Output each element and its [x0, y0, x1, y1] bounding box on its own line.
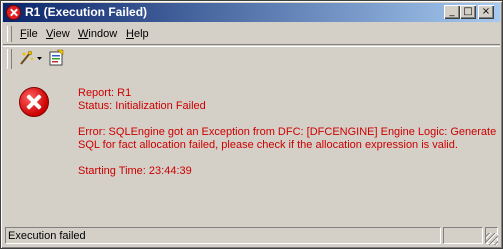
title-bar[interactable]: R1 (Execution Failed) _ □ × — [3, 3, 500, 22]
error-icon — [19, 87, 49, 117]
toolbar — [3, 47, 500, 71]
close-button[interactable]: × — [478, 5, 494, 19]
menu-file[interactable]: File — [20, 28, 38, 40]
status-text: Execution failed — [5, 227, 441, 244]
wand-dropdown-icon[interactable] — [18, 49, 42, 67]
error-message-line-1: Error: SQLEngine got an Exception from D… — [78, 126, 497, 138]
menu-bar: File View Window Help — [3, 24, 500, 44]
error-icon — [6, 5, 21, 20]
resize-grip-icon[interactable] — [486, 233, 498, 245]
menubar-grip[interactable] — [7, 26, 12, 42]
menu-window[interactable]: Window — [78, 28, 117, 40]
status-panel-2 — [443, 227, 483, 244]
toolbar-grip[interactable] — [7, 49, 12, 69]
report-window: R1 (Execution Failed) _ □ × File View Wi… — [0, 0, 503, 249]
starting-time: Starting Time: 23:44:39 — [78, 165, 192, 177]
window-title: R1 (Execution Failed) — [25, 5, 148, 19]
menu-view[interactable]: View — [46, 28, 70, 40]
report-content: Report: R1 Status: Initialization Failed… — [3, 74, 500, 224]
error-message-line-2: SQL for fact allocation failed, please c… — [78, 139, 458, 151]
status-bar: Execution failed — [3, 227, 500, 246]
restore-button[interactable]: □ — [460, 5, 476, 19]
report-name: Report: R1 — [78, 87, 132, 99]
minimize-button[interactable]: _ — [444, 5, 460, 19]
export-report-icon[interactable] — [47, 49, 65, 67]
report-status: Status: Initialization Failed — [78, 100, 206, 112]
menu-help[interactable]: Help — [126, 28, 149, 40]
